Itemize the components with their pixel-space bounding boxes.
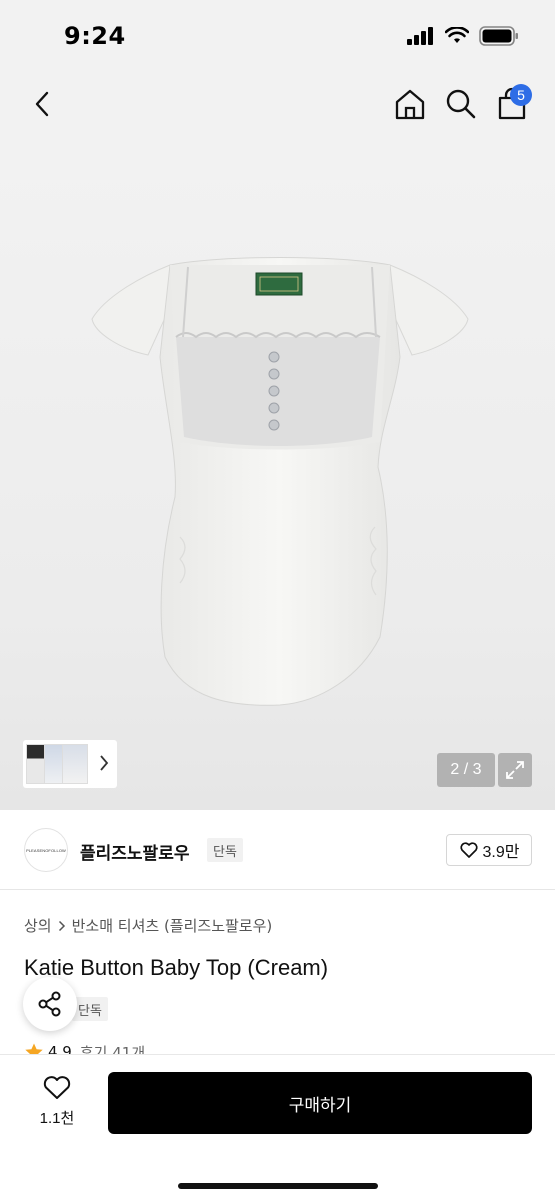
breadcrumb: 상의 반소매 티셔츠 (플리즈노팔로우) — [24, 915, 272, 936]
wifi-icon — [445, 27, 469, 43]
product-photo — [91, 257, 469, 706]
breadcrumb-level2[interactable]: 반소매 티셔츠 (플리즈노팔로우) — [72, 915, 273, 936]
home-icon — [395, 89, 425, 120]
expand-image-button[interactable] — [498, 753, 532, 787]
search-button[interactable] — [443, 86, 479, 122]
brand-exclusive-tag: 단독 — [207, 838, 243, 862]
navigation-bar — [0, 70, 555, 142]
back-icon — [35, 91, 49, 117]
chevron-right-icon — [100, 755, 109, 771]
product-image-gallery[interactable]: 2 / 3 — [0, 142, 555, 810]
product-exclusive-tag: 단독 — [72, 997, 108, 1021]
brand-logo[interactable]: PLEASENOFOLLOW — [24, 828, 68, 872]
back-button[interactable] — [24, 86, 60, 122]
status-icons — [407, 26, 519, 46]
share-icon — [38, 991, 61, 1017]
breadcrumb-level1[interactable]: 상의 — [24, 915, 52, 936]
status-bar: 9:24 — [0, 0, 555, 70]
signal-icon — [407, 27, 433, 45]
battery-icon — [479, 26, 518, 46]
cart-badge: 5 — [510, 84, 532, 106]
thumbnail-strip[interactable] — [23, 740, 117, 788]
thumbnail-3[interactable] — [62, 744, 88, 784]
home-indicator[interactable] — [178, 1183, 378, 1189]
buy-button[interactable]: 구매하기 — [108, 1072, 532, 1134]
image-counter: 2 / 3 — [437, 753, 495, 787]
brand-like-count: 3.9만 — [482, 844, 520, 861]
wishlist-count: 1.1천 — [39, 1110, 75, 1127]
expand-icon — [506, 761, 524, 779]
heart-icon — [43, 1076, 71, 1099]
heart-icon — [459, 842, 478, 858]
chevron-right-icon — [58, 920, 65, 931]
brand-name[interactable]: 플리즈노팔로우 — [80, 839, 189, 864]
brand-like-button[interactable]: 3.9만 — [446, 834, 532, 866]
home-button[interactable] — [392, 86, 428, 122]
share-button[interactable] — [23, 977, 77, 1031]
product-title: Katie Button Baby Top (Cream) — [24, 955, 329, 980]
status-time: 9:24 — [64, 22, 126, 50]
bottom-purchase-bar: 1.1천 구매하기 — [0, 1055, 555, 1200]
search-icon — [446, 89, 476, 119]
wishlist-button[interactable]: 1.1천 — [24, 1075, 90, 1135]
brand-row: PLEASENOFOLLOW 플리즈노팔로우 단독 3.9만 — [0, 810, 555, 890]
